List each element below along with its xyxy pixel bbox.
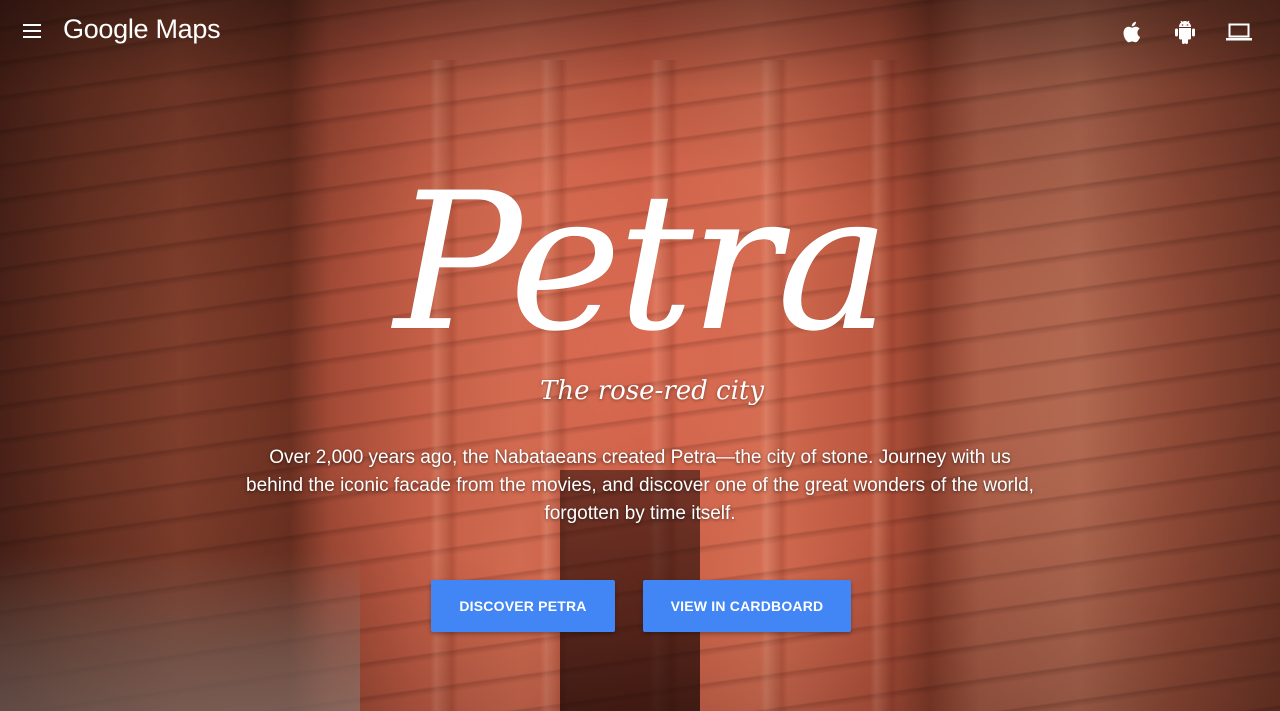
laptop-icon[interactable] — [1226, 19, 1252, 45]
hero-description: Over 2,000 years ago, the Nabataeans cre… — [246, 447, 1034, 524]
hero-subtitle: The rose-red city — [540, 376, 765, 406]
apple-icon[interactable] — [1118, 19, 1144, 45]
platform-links — [1118, 18, 1252, 46]
page: Google Maps Petra The rose-red city Over… — [0, 0, 1280, 711]
discover-petra-button[interactable]: DISCOVER PETRA — [431, 580, 615, 632]
petra-title-text: Petra — [391, 152, 886, 373]
petra-title: Petra — [390, 152, 890, 374]
android-icon[interactable] — [1172, 19, 1198, 45]
menu-icon[interactable] — [23, 24, 41, 38]
header: Google Maps — [0, 0, 1280, 64]
google-maps-logo[interactable]: Google Maps — [63, 14, 221, 45]
view-in-cardboard-button[interactable]: VIEW IN CARDBOARD — [643, 580, 851, 632]
